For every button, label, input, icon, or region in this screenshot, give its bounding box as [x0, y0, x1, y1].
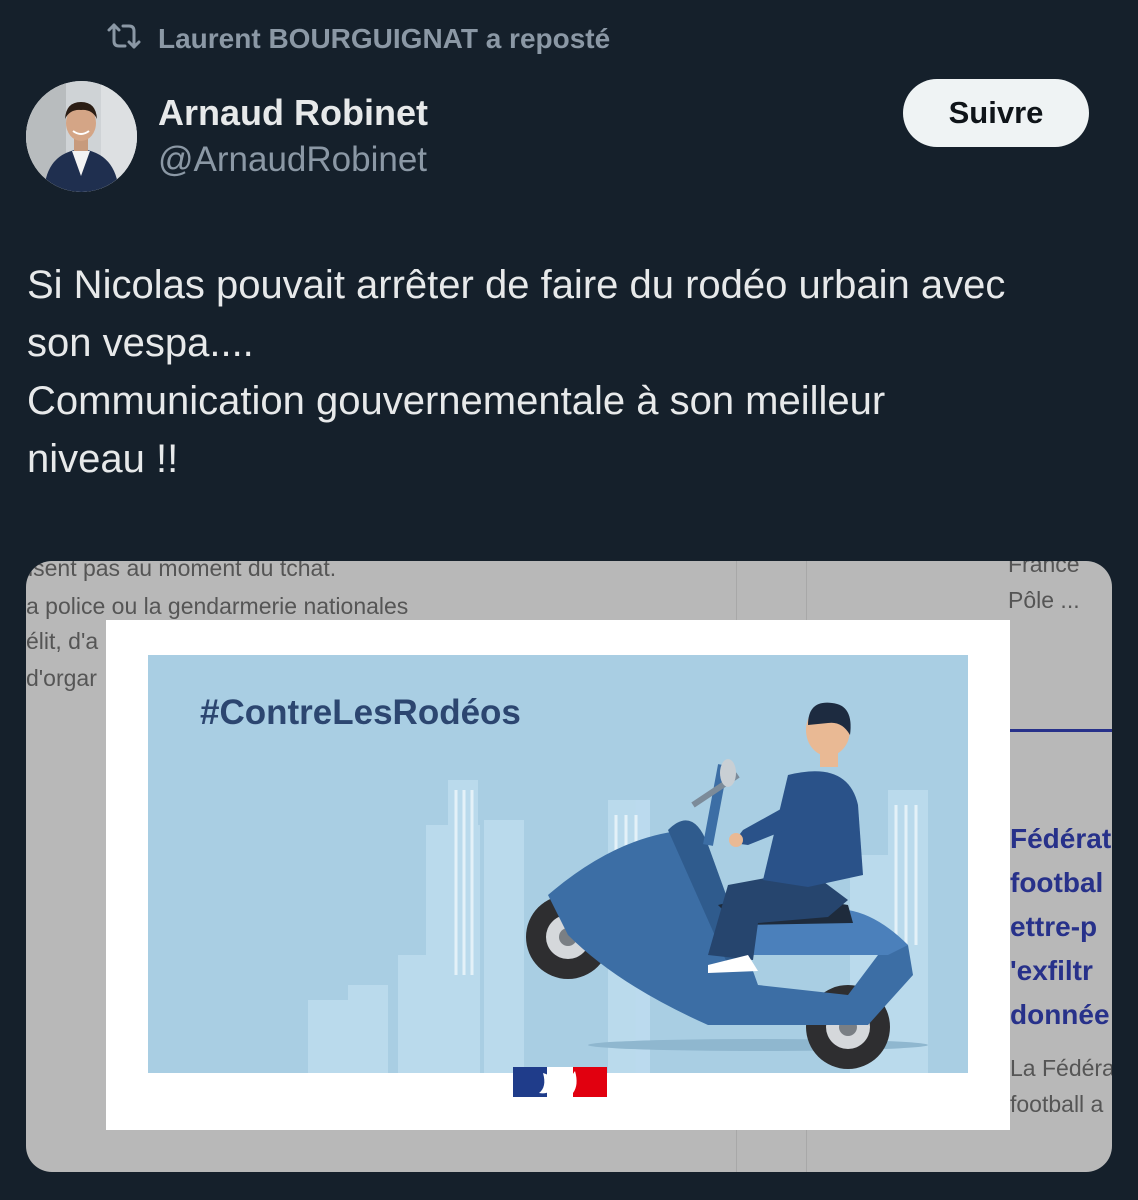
background-text-line: élit, d'a: [26, 628, 99, 654]
background-text-line: football a: [1010, 1091, 1104, 1117]
repost-label: Laurent BOURGUIGNAT a reposté: [158, 23, 611, 54]
background-headline-line: Fédérat: [1010, 823, 1112, 854]
background-text-line: Pôle ...: [1008, 587, 1080, 613]
tweet-media-image[interactable]: isent pas au moment du tchat. a police o…: [26, 561, 1112, 1172]
avatar[interactable]: [26, 81, 137, 192]
background-headline-line: ettre-p: [1010, 911, 1098, 942]
background-text-line: d'orgar: [26, 665, 97, 691]
government-flag-icon: [513, 1067, 607, 1097]
author-display-name[interactable]: Arnaud Robinet: [158, 92, 428, 134]
tweet-line: niveau !!: [27, 437, 179, 481]
author-handle[interactable]: @ArnaudRobinet: [158, 140, 427, 180]
background-headline-line: footbal: [1010, 867, 1104, 898]
campaign-illustration: #ContreLesRodéos: [148, 655, 968, 1073]
repost-icon: [106, 21, 142, 58]
tweet-line: Communication gouvernementale à son meil…: [27, 379, 886, 423]
tweet-line: son vespa....: [27, 321, 254, 365]
background-text-line: isent pas au moment du tchat.: [28, 561, 337, 581]
follow-button[interactable]: Suivre: [903, 79, 1089, 147]
background-headline-line: donnée: [1010, 999, 1110, 1030]
background-headline-line: 'exfiltr: [1010, 955, 1093, 986]
divider: [1010, 729, 1112, 732]
background-text-line: France: [1008, 561, 1080, 577]
campaign-hashtag: #ContreLesRodéos: [200, 693, 521, 732]
tweet-text: Si Nicolas pouvait arrêter de faire du r…: [27, 256, 1117, 488]
background-text-line: a police ou la gendarmerie nationales: [26, 593, 409, 619]
background-text-line: La Fédéra: [1010, 1055, 1112, 1081]
tweet-line: Si Nicolas pouvait arrêter de faire du r…: [27, 263, 1006, 307]
repost-indicator[interactable]: Laurent BOURGUIGNAT a reposté: [106, 20, 610, 58]
campaign-card: #ContreLesRodéos: [106, 620, 1010, 1130]
